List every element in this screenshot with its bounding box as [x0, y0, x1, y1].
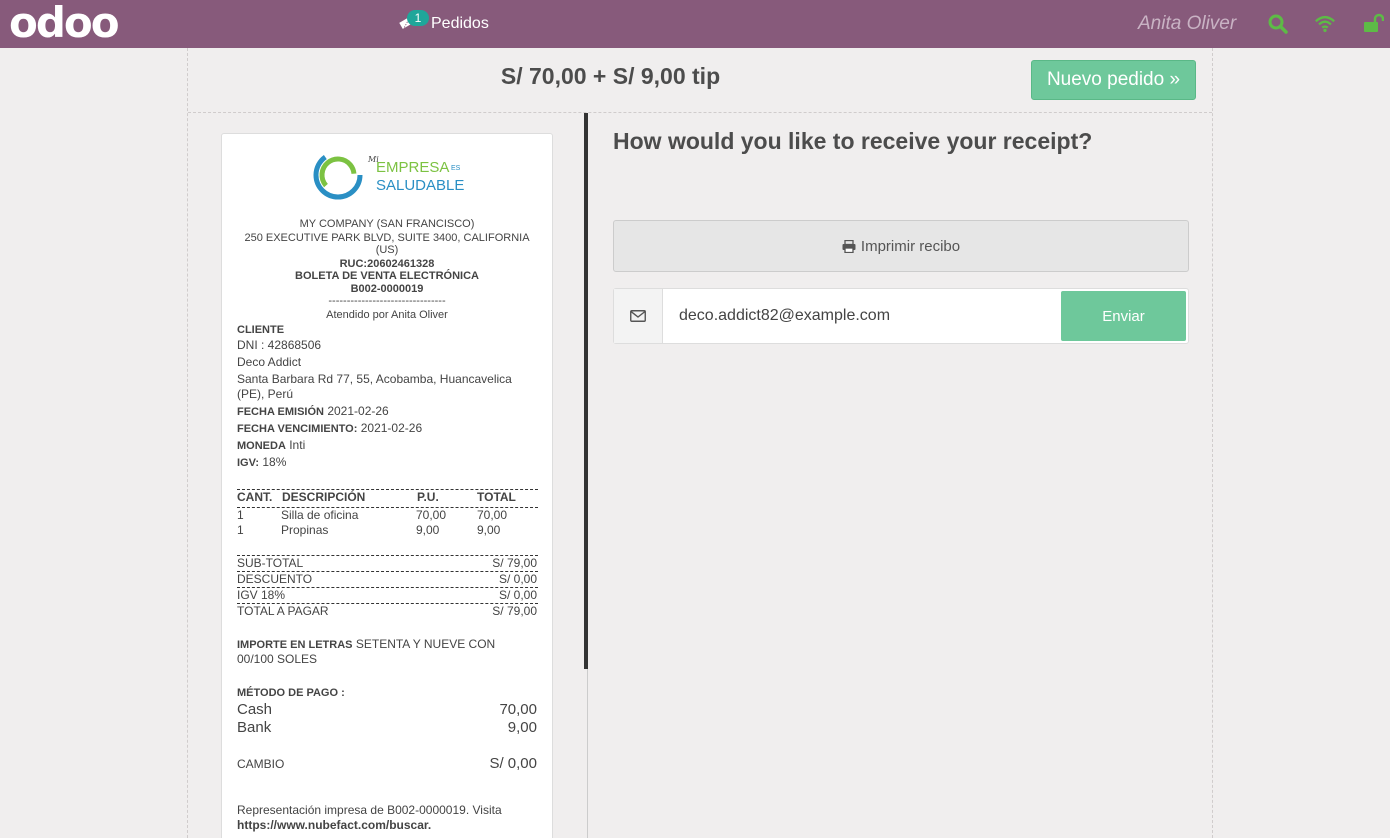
print-receipt-button[interactable]: Imprimir recibo	[613, 220, 1189, 272]
receipt-footer: Representación impresa de B002-0000019. …	[237, 803, 502, 817]
client-label: CLIENTE	[237, 324, 285, 336]
payment-method-label: MÉTODO DE PAGO :	[237, 687, 345, 699]
print-icon	[842, 239, 856, 253]
envelope-icon	[630, 310, 646, 322]
panel-divider	[584, 113, 588, 669]
line-qty: 1	[237, 508, 244, 522]
top-bar: odoo Pedidos 1 Anita Oliver	[0, 0, 1390, 48]
line-description: Propinas	[281, 523, 329, 537]
client-name: Deco Addict	[237, 355, 302, 369]
payment-row: Bank 9,00	[237, 719, 537, 736]
col-unit-price: P.U.	[417, 490, 439, 504]
subtotal-row: SUB-TOTAL S/ 79,00	[237, 556, 537, 570]
receipt-footer-url: https://www.nubefact.com/buscar.	[237, 818, 432, 832]
issue-date-row: FECHA EMISIÓN 2021-02-26	[237, 404, 389, 418]
client-dni: DNI : 42868506	[237, 338, 322, 352]
send-email-button[interactable]: Enviar	[1061, 291, 1186, 341]
company-logo: Mi EMPRESA ES SALUDABLE	[313, 150, 464, 200]
igv-total-row: IGV 18% S/ 0,00	[237, 588, 537, 602]
line-description: Silla de oficina	[281, 508, 359, 522]
line-total: 9,00	[477, 523, 501, 537]
currency-row: MONEDA Inti	[237, 438, 306, 452]
odoo-logo: odoo	[9, 0, 120, 47]
line-unit-price: 70,00	[416, 508, 447, 522]
order-total: S/ 70,00 + S/ 9,00 tip	[500, 63, 721, 89]
cashier-name[interactable]: Anita Oliver	[1138, 13, 1236, 35]
grand-total-row: TOTAL A PAGAR S/ 79,00	[237, 604, 537, 618]
amount-in-words-line2: 00/100 SOLES	[237, 652, 318, 666]
served-by: Atendido por Anita Oliver	[326, 309, 448, 321]
email-icon-box	[614, 289, 663, 343]
due-date-row: FECHA VENCIMIENTO: 2021-02-26	[237, 421, 423, 435]
col-qty: CANT.	[237, 490, 273, 504]
line-qty: 1	[237, 523, 244, 537]
search-icon[interactable]	[1267, 13, 1289, 35]
company-name: MY COMPANY (SAN FRANCISCO)	[299, 218, 475, 230]
new-order-button[interactable]: Nuevo pedido »	[1031, 60, 1196, 100]
payment-row: Cash 70,00	[237, 701, 537, 718]
unlock-icon[interactable]	[1362, 13, 1384, 35]
discount-row: DESCUENTO S/ 0,00	[237, 572, 537, 586]
print-receipt-label: Imprimir recibo	[860, 237, 961, 255]
receipt-screen: S/ 70,00 + S/ 9,00 tip Nuevo pedido » Mi…	[187, 48, 1213, 838]
document-type: BOLETA DE VENTA ELECTRÓNICA	[295, 270, 479, 282]
receipt: Mi EMPRESA ES SALUDABLE MY COMPANY (SAN …	[221, 133, 553, 838]
orders-label: Pedidos	[431, 15, 489, 32]
amount-in-words: IMPORTE EN LETRAS SETENTA Y NUEVE CON	[237, 637, 496, 651]
receipt-question: How would you like to receive your recei…	[613, 128, 1093, 154]
company-address-country: (US)	[375, 244, 399, 256]
separator-line: --------------------------------	[328, 295, 446, 307]
client-address-line2: (PE), Perú	[237, 387, 294, 401]
col-description: DESCRIPCIÓN	[282, 490, 366, 504]
panel-divider-line	[587, 669, 588, 838]
svg-text:SALUDABLE: SALUDABLE	[376, 177, 464, 194]
client-address: Santa Barbara Rd 77, 55, Acobamba, Huanc…	[237, 372, 512, 386]
wifi-icon[interactable]	[1314, 13, 1336, 35]
svg-text:EMPRESA: EMPRESA	[376, 159, 449, 176]
screen-header: S/ 70,00 + S/ 9,00 tip Nuevo pedido »	[188, 48, 1212, 113]
igv-row: IGV: 18%	[237, 455, 287, 469]
col-total: TOTAL	[477, 490, 516, 504]
svg-text:ES: ES	[451, 165, 461, 172]
change-row: CAMBIO S/ 0,00	[237, 755, 537, 772]
email-receipt-form: Enviar	[613, 288, 1189, 344]
orders-count-badge: 1	[407, 10, 429, 26]
line-unit-price: 9,00	[416, 523, 440, 537]
line-total: 70,00	[477, 508, 508, 522]
email-input[interactable]	[664, 289, 1060, 343]
